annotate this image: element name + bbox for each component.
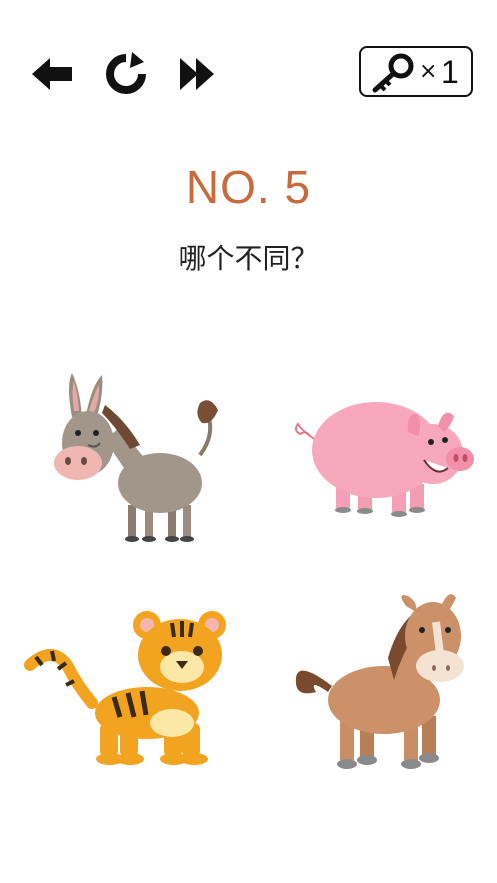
donkey-image: [54, 373, 218, 542]
skip-button[interactable]: [174, 50, 222, 98]
question-text: 哪个不同？: [178, 242, 319, 275]
tiger-image: [24, 611, 226, 765]
hint-key-counter[interactable]: × 1: [359, 46, 473, 97]
restart-button[interactable]: [102, 50, 150, 98]
level-number: NO. 5: [185, 161, 312, 213]
option-tiger[interactable]: [22, 605, 234, 775]
arrow-left-icon: [32, 58, 72, 90]
pig-image: [294, 402, 474, 517]
top-toolbar: × 1: [0, 0, 497, 120]
key-icon: [372, 53, 414, 93]
key-count: 1: [441, 54, 459, 90]
restart-icon: [106, 52, 146, 94]
fast-forward-icon: [180, 58, 214, 90]
option-pig[interactable]: [288, 392, 478, 527]
key-multiplier: ×: [419, 59, 438, 84]
horse-image: [295, 594, 464, 769]
back-button[interactable]: [28, 50, 76, 98]
option-horse[interactable]: [288, 588, 468, 776]
option-donkey[interactable]: [50, 365, 225, 550]
